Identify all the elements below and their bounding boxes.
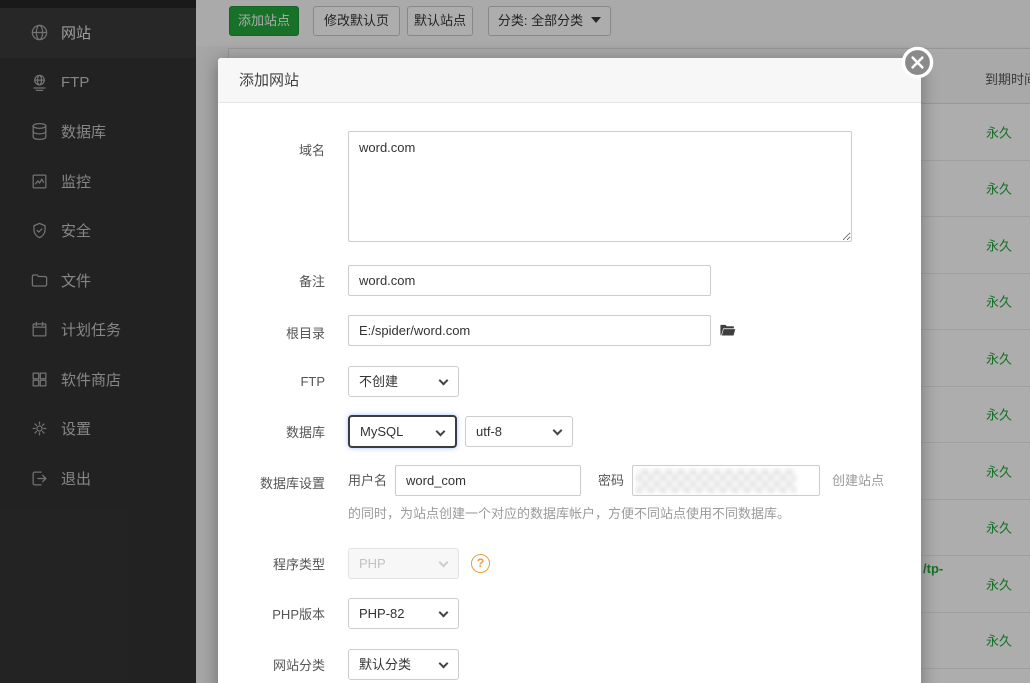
charset-value: utf-8 bbox=[476, 424, 503, 439]
domain-label: 域名 bbox=[298, 143, 325, 158]
ftp-row: FTP 不创建 bbox=[239, 366, 921, 397]
app-type-label: 程序类型 bbox=[272, 557, 325, 572]
db-settings-row: 数据库设置 用户名 密码 创建站点 的同时，为站点创建一个对应的数据库帐户，方便… bbox=[239, 465, 921, 522]
chevron-down-icon bbox=[552, 425, 563, 436]
database-label: 数据库 bbox=[285, 425, 325, 440]
chevron-down-icon bbox=[438, 607, 449, 618]
chevron-down-icon bbox=[438, 375, 449, 386]
db-settings-label: 数据库设置 bbox=[259, 476, 325, 491]
root-path-input[interactable] bbox=[348, 315, 711, 346]
database-row: 数据库 MySQL utf-8 bbox=[239, 415, 921, 448]
db-username-label: 用户名 bbox=[348, 473, 388, 488]
modal-body: 域名 word.com 备注 根目录 FTP 不创建 bbox=[218, 103, 921, 680]
app-type-select: PHP bbox=[348, 548, 459, 579]
site-category-label: 网站分类 bbox=[272, 658, 325, 673]
charset-select[interactable]: utf-8 bbox=[465, 416, 573, 447]
root-row: 根目录 bbox=[239, 315, 921, 346]
note-row: 备注 bbox=[239, 265, 921, 296]
php-version-select[interactable]: PHP-82 bbox=[348, 598, 459, 629]
db-credentials-line: 用户名 密码 创建站点 bbox=[348, 465, 884, 496]
db-password-label: 密码 bbox=[598, 473, 625, 488]
folder-open-icon[interactable] bbox=[719, 322, 736, 339]
db-note-rest: 的同时，为站点创建一个对应的数据库帐户，方便不同站点使用不同数据库。 bbox=[348, 506, 791, 521]
modal-title: 添加网站 bbox=[239, 72, 300, 89]
app-type-row: 程序类型 PHP ? bbox=[239, 548, 921, 579]
root-label: 根目录 bbox=[285, 326, 325, 341]
ftp-label: FTP bbox=[300, 374, 325, 389]
database-type-select[interactable]: MySQL bbox=[348, 415, 457, 448]
chevron-down-icon bbox=[438, 557, 449, 568]
site-category-row: 网站分类 默认分类 bbox=[239, 649, 921, 680]
domain-textarea[interactable]: word.com bbox=[348, 131, 852, 242]
site-category-select[interactable]: 默认分类 bbox=[348, 649, 459, 680]
database-type-value: MySQL bbox=[360, 424, 404, 439]
chevron-down-icon bbox=[435, 426, 446, 437]
ftp-select[interactable]: 不创建 bbox=[348, 366, 459, 397]
db-password-input[interactable] bbox=[632, 465, 821, 496]
add-website-modal: 添加网站 域名 word.com 备注 根目录 FTP 不创 bbox=[218, 46, 934, 683]
php-version-row: PHP版本 PHP-82 bbox=[239, 598, 921, 629]
help-question-icon[interactable]: ? bbox=[471, 554, 490, 573]
db-settings-fields: 用户名 密码 创建站点 的同时，为站点创建一个对应的数据库帐户，方便不同站点使用… bbox=[348, 465, 884, 522]
password-censored-blur bbox=[636, 469, 797, 493]
note-label: 备注 bbox=[298, 274, 325, 289]
modal-header: 添加网站 bbox=[218, 58, 921, 103]
domain-row: 域名 word.com bbox=[239, 131, 921, 242]
db-username-input[interactable] bbox=[395, 465, 582, 496]
note-input[interactable] bbox=[348, 265, 711, 296]
close-icon[interactable] bbox=[901, 46, 934, 79]
app-type-value: PHP bbox=[359, 556, 386, 571]
php-version-value: PHP-82 bbox=[359, 606, 405, 621]
db-note-start: 创建站点 bbox=[832, 473, 885, 488]
ftp-select-value: 不创建 bbox=[359, 374, 399, 389]
site-category-value: 默认分类 bbox=[359, 657, 412, 672]
php-version-label: PHP版本 bbox=[272, 607, 325, 622]
chevron-down-icon bbox=[438, 658, 449, 669]
page: 网站 FTP 数据库 监控 安全 文件 计划任务 软件商店 设置 退出 添加站点… bbox=[0, 0, 1030, 683]
